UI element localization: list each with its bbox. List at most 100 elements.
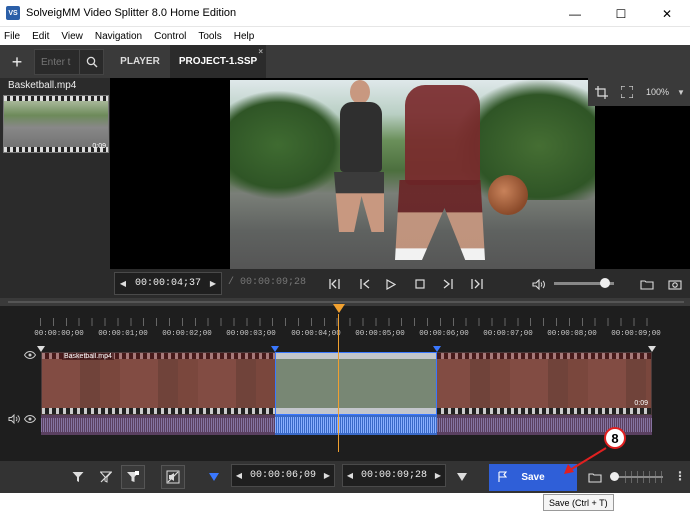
callout-number-badge: 8 [604,427,626,449]
callout-arrow-icon [564,447,607,474]
save-flag-icon [497,471,509,486]
zoom-level[interactable]: 100% [646,87,669,97]
marker-in-prev-arrow[interactable]: ◀ [232,465,246,486]
total-duration: / 00:00:09;28 [228,277,307,288]
marker-out-icon[interactable] [452,468,472,486]
time-ruler[interactable]: 00:00:00;00 00:00:01;00 00:00:02;00 00:0… [34,316,661,344]
playhead-handle[interactable] [333,304,345,313]
menu-navigation[interactable]: Navigation [95,31,142,42]
clip-label: Basketball.mp4 [62,353,114,360]
volume-icon[interactable] [528,274,550,294]
ruler-label: 00:00:08;00 [547,330,597,338]
thumbnail-image [4,101,108,149]
menu-edit[interactable]: Edit [32,31,49,42]
chevron-down-icon[interactable]: ▼ [677,88,685,97]
menu-file[interactable]: File [4,31,20,42]
menu-view[interactable]: View [61,31,83,42]
ruler-label: 00:00:04;00 [291,330,341,338]
title-bar: VS SolveigMM Video Splitter 8.0 Home Edi… [0,0,690,27]
app-logo: VS [6,6,20,20]
panel-splitter[interactable] [0,298,690,306]
marker-in-time-box: ◀ 00:00:06;09 ▶ [231,464,335,487]
filter-icon[interactable] [68,468,88,486]
playhead-line [338,314,339,452]
menu-tools[interactable]: Tools [198,31,221,42]
window-controls: — ☐ ✕ [552,0,690,27]
ruler-label: 00:00:00;00 [34,330,84,338]
save-tooltip: Save (Ctrl + T) [543,494,614,511]
tab-player[interactable]: PLAYER [112,45,168,78]
folder-icon[interactable] [636,274,658,294]
timeline: 00:00:00;00 00:00:01;00 00:00:02;00 00:0… [0,304,690,461]
ruler-label: 00:00:01;00 [98,330,148,338]
marker-out-time[interactable]: 00:00:09;28 [357,470,431,481]
marker-out-prev-arrow[interactable]: ◀ [343,465,357,486]
ruler-label: 00:00:03;00 [226,330,276,338]
scene-ball [488,175,528,215]
search-input[interactable] [35,52,79,72]
save-button-label: Save [521,472,545,483]
next-frame-arrow[interactable]: ▶ [205,273,221,294]
marker-in-icon[interactable] [204,468,224,486]
minimize-button[interactable]: — [552,0,598,27]
scene-player [405,85,480,185]
tab-project-label: PROJECT-1.SSP [178,56,258,67]
close-button[interactable]: ✕ [644,0,690,27]
search-icon[interactable] [79,50,103,74]
filter-off-icon[interactable] [96,468,116,486]
timeline-zoom-thumb[interactable] [610,472,619,481]
next-keyframe-icon[interactable] [436,274,458,294]
add-file-button[interactable]: + [4,49,30,75]
thumbnail-duration: 0:09 [92,143,106,150]
skip-end-icon[interactable] [466,274,488,294]
scene-tree [230,90,350,200]
maximize-button[interactable]: ☐ [598,0,644,27]
prev-keyframe-icon[interactable] [354,274,376,294]
eye-icon[interactable] [23,350,37,360]
mute-fragment-button[interactable] [161,465,185,489]
selected-audio-fragment[interactable] [275,415,437,435]
play-icon[interactable] [380,274,402,294]
scene-player-legs [334,172,384,232]
media-file-name: Basketball.mp4 [8,80,77,91]
prev-frame-arrow[interactable]: ◀ [115,273,131,294]
marker-in-next-arrow[interactable]: ▶ [320,465,334,486]
splitter-line [8,301,684,303]
tab-project[interactable]: PROJECT-1.SSP × [170,45,266,78]
snapshot-icon[interactable] [664,274,686,294]
scene-player-legs [395,180,485,260]
current-time-box: ◀ 00:00:04;37 ▶ [114,272,222,295]
marker-out-next-arrow[interactable]: ▶ [431,465,445,486]
ruler-label: 00:00:07;00 [483,330,533,338]
crop-icon[interactable] [588,78,614,106]
view-tools: 100% ▼ [588,78,690,106]
top-toolbar: + PLAYER PROJECT-1.SSP × [0,45,690,78]
selected-fragment[interactable] [275,352,437,415]
volume-slider-thumb[interactable] [600,278,610,288]
fullscreen-icon[interactable] [614,78,640,106]
media-sidebar: Basketball.mp4 0:09 [0,78,110,298]
media-thumbnail[interactable]: 0:09 [3,95,109,153]
ruler-label: 00:00:06;00 [419,330,469,338]
stop-icon[interactable] [409,274,431,294]
menu-help[interactable]: Help [234,31,255,42]
ruler-label: 00:00:05;00 [355,330,405,338]
audio-waveform [275,417,437,433]
scene-player-head [350,80,370,104]
menu-control[interactable]: Control [154,31,186,42]
ruler-label: 00:00:02;00 [162,330,212,338]
invert-selection-button[interactable] [121,465,145,489]
timeline-zoom-slider[interactable] [615,476,663,478]
marker-in-time[interactable]: 00:00:06;09 [246,470,320,481]
search-box [34,49,104,75]
current-time[interactable]: 00:00:04;37 [131,278,205,289]
skip-start-icon[interactable] [324,274,346,294]
speaker-icon[interactable] [8,413,20,425]
eye-icon[interactable] [23,414,37,424]
video-frame [230,80,595,269]
clip-end-time: 0:09 [634,400,648,407]
close-icon[interactable]: × [258,47,263,56]
more-options-icon[interactable]: ⋮ [674,469,686,483]
marker-out-time-box: ◀ 00:00:09;28 ▶ [342,464,446,487]
scene-player [340,102,382,172]
